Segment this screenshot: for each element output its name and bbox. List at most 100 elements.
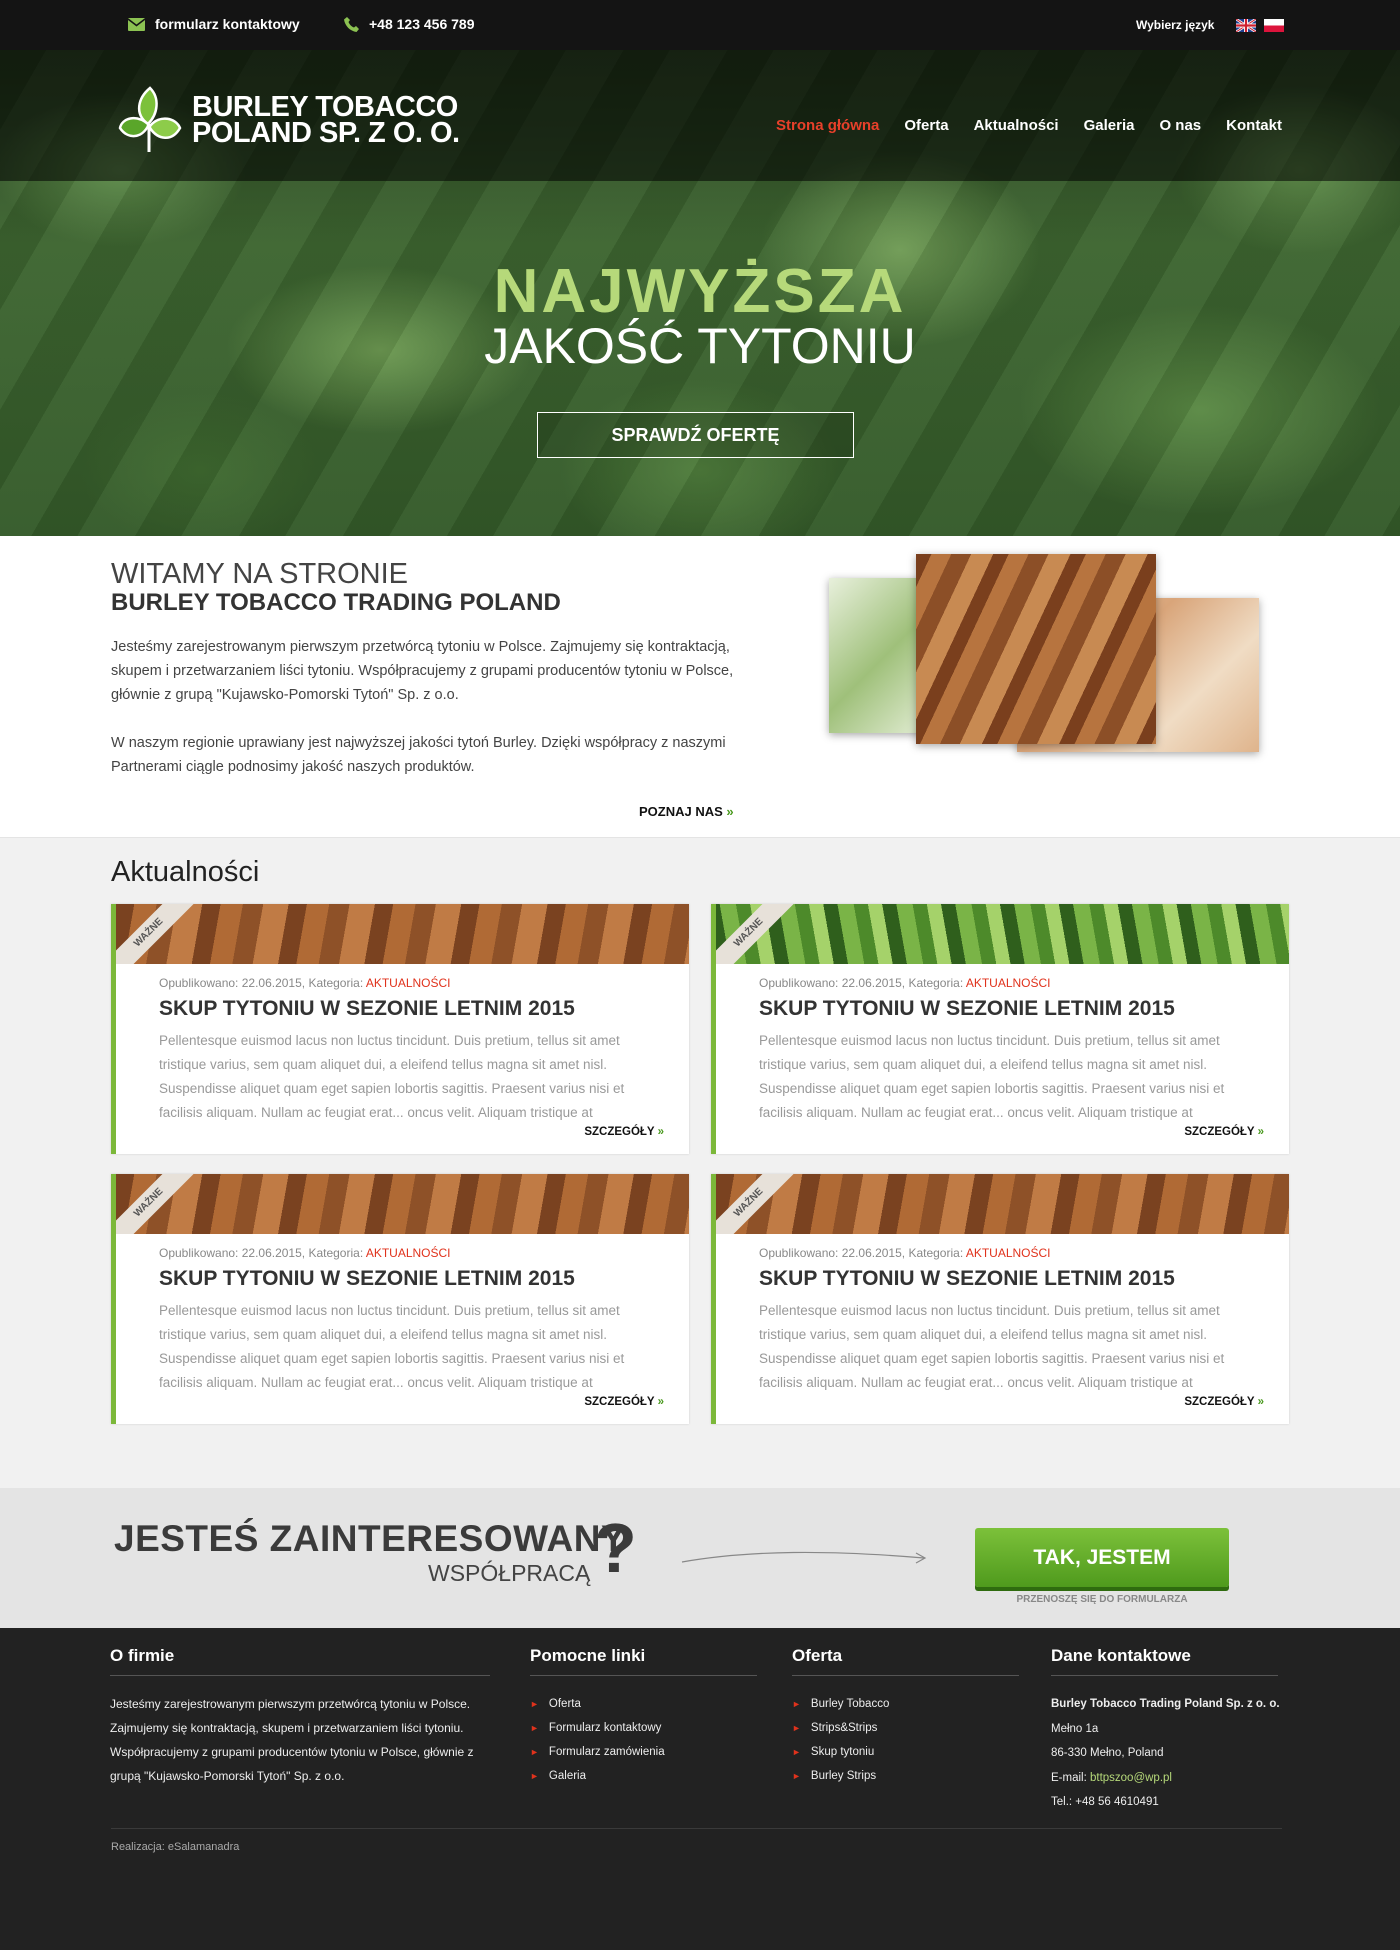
news-title[interactable]: SKUP TYTONIU W SEZONIE LETNIM 2015 (159, 997, 575, 1021)
double-chevron-icon: » (657, 1126, 664, 1138)
details-label: SZCZEGÓŁY (1184, 1396, 1255, 1408)
news-section-title: Aktualności (111, 856, 260, 888)
details-label: SZCZEGÓŁY (584, 1126, 655, 1138)
check-offer-button[interactable]: SPRAWDŹ OFERTĘ (537, 412, 854, 458)
news-title[interactable]: SKUP TYTONIU W SEZONIE LETNIM 2015 (759, 997, 1175, 1021)
footer-link-order-form[interactable]: ► Formularz zamówienia (530, 1740, 757, 1764)
phone-link[interactable]: +48 123 456 789 (344, 16, 475, 32)
double-chevron-icon: » (657, 1396, 664, 1408)
news-category-link[interactable]: AKTUALNOŚCI (966, 976, 1051, 990)
footer-link-label: Oferta (548, 1698, 581, 1710)
phone-number: +48 123 456 789 (369, 16, 475, 32)
footer-contact-title: Dane kontaktowe (1051, 1646, 1278, 1676)
triangle-right-icon: ► (530, 1747, 539, 1757)
news-date: Opublikowano: 22.06.2015, Kategoria: (759, 976, 966, 990)
footer-link-offer[interactable]: ► Oferta (530, 1692, 757, 1716)
details-link[interactable]: SZCZEGÓŁY » (1184, 1126, 1264, 1138)
news-excerpt: Pellentesque euismod lacus non luctus ti… (759, 1303, 1225, 1390)
about-us-label: POZNAJ NAS (639, 804, 723, 819)
cta-button-caption: PRZENOSZĘ SIĘ DO FORMULARZA (1016, 1594, 1188, 1605)
top-bar: formularz kontaktowy +48 123 456 789 Wyb… (0, 0, 1400, 50)
news-card-image (716, 904, 1289, 964)
footer-link-label: Formularz zamówienia (548, 1746, 665, 1758)
news-date: Opublikowano: 22.06.2015, Kategoria: (759, 1246, 966, 1260)
header: BURLEY TOBACCO POLAND SP. Z O. O. Strona… (0, 50, 1400, 181)
details-link[interactable]: SZCZEGÓŁY » (584, 1396, 664, 1408)
company-name: Burley Tobacco Trading Poland Sp. z o. o… (1051, 1698, 1280, 1710)
important-ribbon: WAŻNE (116, 904, 196, 964)
nav-about[interactable]: O nas (1159, 117, 1201, 134)
main-nav: Strona główna Oferta Aktualności Galeria… (751, 117, 1282, 134)
arrow-icon (681, 1551, 927, 1564)
news-card-image (116, 1174, 689, 1234)
news-card: WAŻNE Opublikowano: 22.06.2015, Kategori… (711, 1174, 1289, 1424)
language-label: Wybierz język (1136, 18, 1215, 32)
triangle-right-icon: ► (792, 1747, 801, 1757)
details-label: SZCZEGÓŁY (584, 1396, 655, 1408)
footer: O firmie Jesteśmy zarejestrowanym pierws… (0, 1628, 1400, 1950)
news-card-image (116, 904, 689, 964)
cta-section: JESTEŚ ZAINTERESOWANY WSPÓŁPRACĄ ? TAK, … (0, 1488, 1400, 1628)
footer-about-title: O firmie (110, 1646, 490, 1676)
details-label: SZCZEGÓŁY (1184, 1126, 1255, 1138)
language-selector: Wybierz język (1136, 18, 1285, 32)
news-title[interactable]: SKUP TYTONIU W SEZONIE LETNIM 2015 (759, 1267, 1175, 1291)
news-meta: Opublikowano: 22.06.2015, Kategoria: AKT… (759, 976, 1051, 990)
contact-form-link[interactable]: formularz kontaktowy (128, 16, 300, 32)
footer-about: O firmie Jesteśmy zarejestrowanym pierws… (110, 1646, 490, 1788)
email-link[interactable]: bttpszoo@wp.pl (1090, 1772, 1172, 1784)
leaf-logo-icon (118, 86, 182, 152)
nav-home[interactable]: Strona główna (776, 117, 879, 134)
news-card: WAŻNE Opublikowano: 22.06.2015, Kategori… (111, 904, 689, 1154)
footer-link-label: Formularz kontaktowy (548, 1722, 662, 1734)
triangle-right-icon: ► (530, 1723, 539, 1733)
uk-flag-icon[interactable] (1236, 18, 1257, 32)
nav-contact[interactable]: Kontakt (1226, 117, 1282, 134)
ribbon-label: WAŻNE (116, 1174, 196, 1234)
hero-banner: BURLEY TOBACCO POLAND SP. Z O. O. Strona… (0, 50, 1400, 536)
footer-offer-strips[interactable]: ► Strips&Strips (792, 1716, 1019, 1740)
footer-credit: Realizacja: eSalamanadra (111, 1828, 1282, 1853)
logo[interactable]: BURLEY TOBACCO POLAND SP. Z O. O. (118, 84, 460, 156)
news-card: WAŻNE Opublikowano: 22.06.2015, Kategori… (111, 1174, 689, 1424)
news-meta: Opublikowano: 22.06.2015, Kategoria: AKT… (759, 1246, 1051, 1260)
company-phone: Tel.: +48 56 4610491 (1051, 1796, 1159, 1808)
nav-gallery[interactable]: Galeria (1084, 117, 1135, 134)
page: formularz kontaktowy +48 123 456 789 Wyb… (0, 0, 1400, 1950)
footer-links: Pomocne linki ► Oferta ► Formularz kontakt… (530, 1646, 757, 1788)
footer-offer-label: Strips&Strips (810, 1722, 878, 1734)
details-link[interactable]: SZCZEGÓŁY » (1184, 1396, 1264, 1408)
footer-about-text: Jesteśmy zarejestrowanym pierwszym przet… (110, 1697, 474, 1783)
footer-offer-tobacco-purchase[interactable]: ► Skup tytoniu (792, 1740, 1019, 1764)
cta-question-mark: ? (594, 1509, 637, 1587)
news-category-link[interactable]: AKTUALNOŚCI (366, 1246, 451, 1260)
triangle-right-icon: ► (530, 1771, 539, 1781)
photo-tobacco-leaf (916, 554, 1156, 744)
footer-offer-label: Skup tytoniu (810, 1746, 875, 1758)
news-card-image (716, 1174, 1289, 1234)
news-title[interactable]: SKUP TYTONIU W SEZONIE LETNIM 2015 (159, 1267, 575, 1291)
footer-offer-burley-tobacco[interactable]: ► Burley Tobacco (792, 1692, 1019, 1716)
news-card: WAŻNE Opublikowano: 22.06.2015, Kategori… (711, 904, 1289, 1154)
footer-contact: Dane kontaktowe Burley Tobacco Trading P… (1051, 1646, 1280, 1815)
details-link[interactable]: SZCZEGÓŁY » (584, 1126, 664, 1138)
footer-link-gallery[interactable]: ► Galeria (530, 1764, 757, 1788)
important-ribbon: WAŻNE (116, 1174, 196, 1234)
footer-offer-burley-strips[interactable]: ► Burley Strips (792, 1764, 1019, 1788)
welcome-title: WITAMY NA STRONIE (111, 558, 409, 590)
cta-subline: WSPÓŁPRACĄ (428, 1560, 591, 1586)
footer-link-label: Galeria (548, 1770, 586, 1782)
nav-news[interactable]: Aktualności (974, 117, 1059, 134)
pl-flag-icon[interactable] (1264, 18, 1285, 32)
yes-i-am-button[interactable]: TAK, JESTEM (975, 1528, 1229, 1587)
nav-offer[interactable]: Oferta (904, 117, 948, 134)
envelope-icon (128, 17, 145, 31)
footer-link-contact-form[interactable]: ► Formularz kontaktowy (530, 1716, 757, 1740)
company-street: Mełno 1a (1051, 1722, 1099, 1735)
news-category-link[interactable]: AKTUALNOŚCI (966, 1246, 1051, 1260)
ribbon-label: WAŻNE (716, 1174, 796, 1234)
news-category-link[interactable]: AKTUALNOŚCI (366, 976, 451, 990)
about-us-link[interactable]: POZNAJ NAS » (639, 804, 734, 819)
news-meta: Opublikowano: 22.06.2015, Kategoria: AKT… (159, 976, 451, 990)
company-email: E-mail: bttpszoo@wp.pl (1051, 1766, 1278, 1791)
